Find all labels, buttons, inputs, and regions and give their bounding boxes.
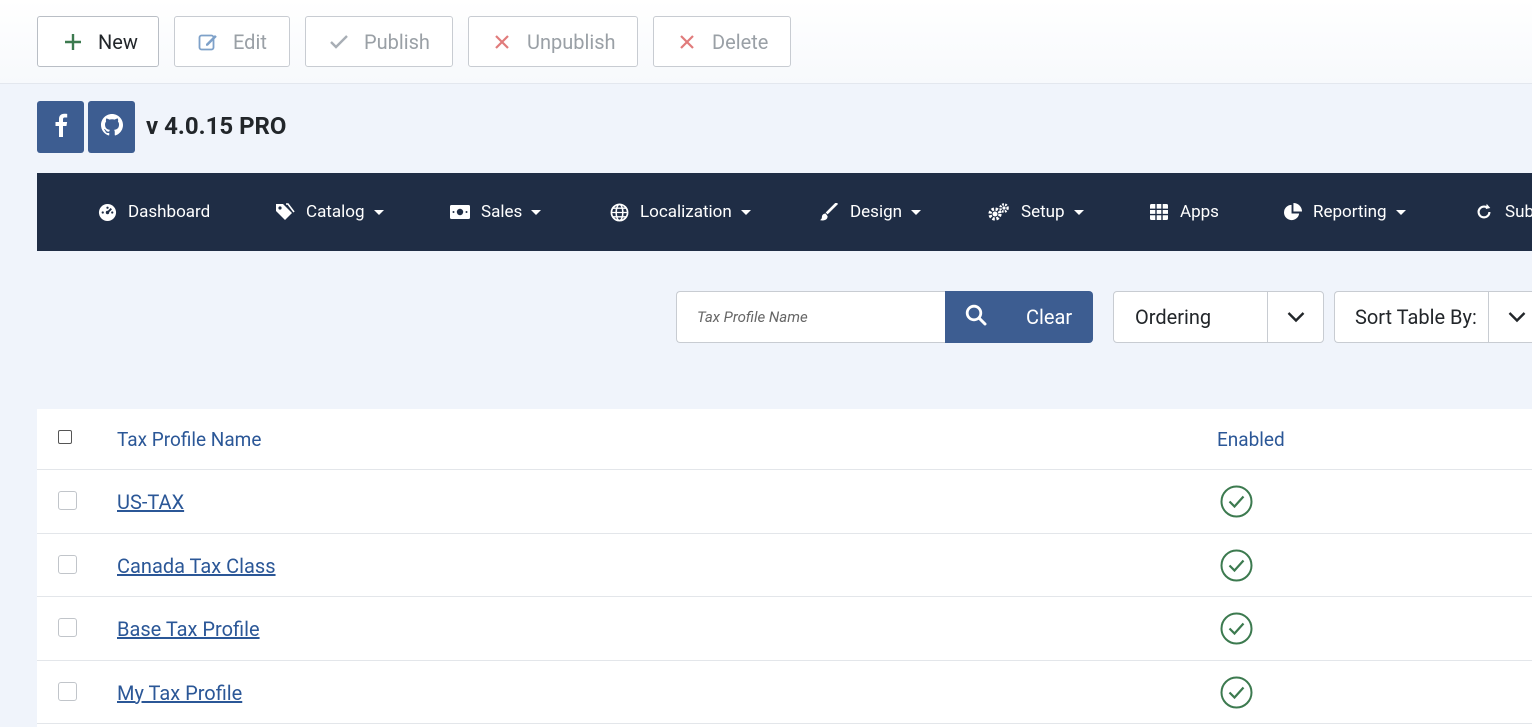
search-icon <box>965 304 987 331</box>
chevron-down-icon <box>1488 292 1532 342</box>
sort-select[interactable]: Sort Table By: <box>1334 291 1532 343</box>
column-header-enabled[interactable]: Enabled <box>1217 428 1285 451</box>
nav-label: Apps <box>1180 202 1219 222</box>
dashboard-icon <box>97 202 117 222</box>
pie-chart-icon <box>1282 202 1302 222</box>
row-checkbox[interactable] <box>58 618 77 637</box>
new-button[interactable]: New <box>37 16 159 67</box>
table-row: Base Tax Profile <box>37 597 1532 661</box>
nav-item-setup[interactable]: Setup <box>987 173 1084 251</box>
search-input[interactable] <box>676 291 946 343</box>
ordering-select-value: Ordering <box>1135 305 1212 329</box>
nav-item-design[interactable]: Design <box>819 173 922 251</box>
tags-icon <box>275 202 295 222</box>
nav-item-sub[interactable]: Sub <box>1474 173 1532 251</box>
caret-down-icon <box>531 209 542 215</box>
nav-label: Dashboard <box>128 202 211 222</box>
new-label: New <box>98 29 138 54</box>
nav-label: Design <box>850 202 903 222</box>
cogs-icon <box>987 202 1010 222</box>
toolbar: New Edit Publish Unpublish Delete <box>0 0 1532 84</box>
publish-button[interactable]: Publish <box>305 16 453 67</box>
github-icon <box>100 114 123 140</box>
caret-down-icon <box>1073 209 1084 215</box>
row-checkbox[interactable] <box>58 491 77 510</box>
grid-icon <box>1149 202 1169 222</box>
caret-down-icon <box>740 209 751 215</box>
refresh-icon <box>1474 202 1494 222</box>
enabled-check-icon[interactable] <box>1220 549 1253 582</box>
table-row: My Tax Profile <box>37 661 1532 724</box>
table-row: Canada Tax Class <box>37 534 1532 597</box>
unpublish-label: Unpublish <box>527 29 616 54</box>
tax-profile-link[interactable]: Base Tax Profile <box>117 617 260 641</box>
nav-item-reporting[interactable]: Reporting <box>1282 173 1406 251</box>
publish-label: Publish <box>364 29 430 54</box>
nav-label: Catalog <box>306 202 365 222</box>
caret-down-icon <box>911 209 922 215</box>
column-header-name[interactable]: Tax Profile Name <box>117 428 261 451</box>
check-icon <box>328 31 350 53</box>
clear-button[interactable]: Clear <box>1026 305 1072 329</box>
edit-button[interactable]: Edit <box>174 16 290 67</box>
select-all-checkbox[interactable] <box>58 430 72 444</box>
github-button[interactable] <box>88 101 135 153</box>
nav-item-localization[interactable]: Localization <box>609 173 751 251</box>
row-checkbox[interactable] <box>58 681 77 701</box>
nav-item-apps[interactable]: Apps <box>1149 173 1219 251</box>
nav-label: Localization <box>640 202 732 222</box>
row-checkbox[interactable] <box>58 554 77 574</box>
money-icon <box>450 202 470 222</box>
enabled-check-icon[interactable] <box>1220 612 1253 645</box>
facebook-button[interactable] <box>37 101 84 153</box>
nav-item-catalog[interactable]: Catalog <box>275 173 384 251</box>
globe-icon <box>609 202 629 222</box>
chevron-down-icon <box>1267 292 1323 342</box>
enabled-check-icon[interactable] <box>1220 485 1253 518</box>
main-nav: Dashboard Catalog Sales Localization Des… <box>37 173 1532 251</box>
nav-label: Reporting <box>1313 202 1387 222</box>
table-row: US-TAX <box>37 470 1532 534</box>
tax-profile-link[interactable]: My Tax Profile <box>117 681 242 705</box>
caret-down-icon <box>373 209 384 215</box>
nav-label: Sub <box>1505 202 1532 222</box>
ordering-select[interactable]: Ordering <box>1113 291 1324 343</box>
tax-profile-link[interactable]: Canada Tax Class <box>117 554 276 578</box>
edit-label: Edit <box>233 29 267 54</box>
brush-icon <box>819 202 839 222</box>
version-label: v 4.0.15 PRO <box>146 112 287 140</box>
unpublish-button[interactable]: Unpublish <box>468 16 638 67</box>
sort-select-value: Sort Table By: <box>1355 305 1477 329</box>
delete-button[interactable]: Delete <box>653 16 791 67</box>
facebook-icon <box>54 113 68 141</box>
search-button[interactable] <box>945 304 1007 331</box>
nav-item-sales[interactable]: Sales <box>450 173 542 251</box>
search-clear-group: Clear <box>945 291 1093 343</box>
delete-label: Delete <box>712 29 769 54</box>
nav-item-dashboard[interactable]: Dashboard <box>97 173 210 251</box>
tax-profiles-table: Tax Profile Name Enabled US-TAX Canada T… <box>37 409 1532 727</box>
tax-profile-link[interactable]: US-TAX <box>117 490 184 514</box>
table-header: Tax Profile Name Enabled <box>37 409 1532 470</box>
nav-label: Setup <box>1021 202 1065 222</box>
edit-icon <box>197 31 219 53</box>
times-icon <box>491 31 513 53</box>
nav-label: Sales <box>481 202 523 222</box>
plus-icon <box>62 31 84 53</box>
times-icon <box>676 31 698 53</box>
enabled-check-icon[interactable] <box>1220 676 1253 709</box>
caret-down-icon <box>1395 209 1406 215</box>
